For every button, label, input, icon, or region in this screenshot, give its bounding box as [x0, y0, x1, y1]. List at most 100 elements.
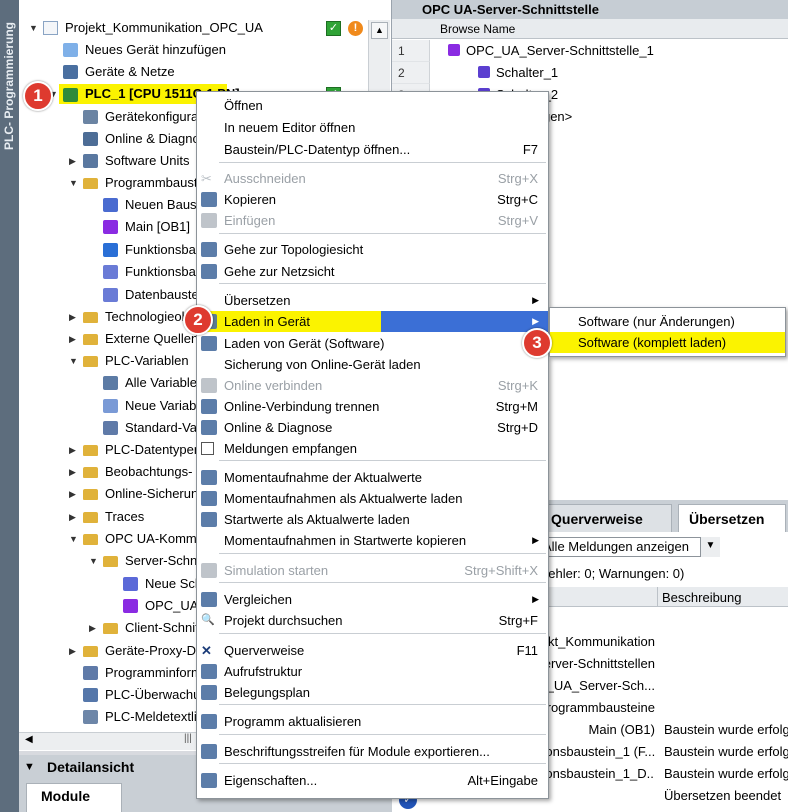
folder-icon: [83, 512, 98, 523]
table-row[interactable]: OPC_UA_Server-Schnittstelle_1: [448, 40, 654, 62]
folder-icon: [83, 312, 98, 323]
menu-separator: [219, 633, 546, 634]
menu-item-simulation-starten[interactable]: Simulation starten Strg+Shift+X: [197, 560, 548, 581]
column-header-description[interactable]: Beschreibung: [662, 590, 742, 605]
row-number[interactable]: 2: [392, 62, 430, 84]
folder-icon: [83, 334, 98, 345]
folder-icon: [83, 445, 98, 456]
tab-querverweise[interactable]: Querverweise: [540, 504, 672, 532]
tree-item[interactable]: Geräte & Netze: [19, 61, 309, 83]
folder-icon: [103, 623, 118, 634]
tree-item[interactable]: ▼ Projekt_Kommunikation_OPC_UA: [19, 17, 309, 39]
message-filter-select[interactable]: Alle Meldungen anzeigen: [530, 537, 720, 557]
scroll-up-button[interactable]: ▲: [371, 22, 388, 39]
menu-item-projekt-durchsuchen[interactable]: 🔍 Projekt durchsuchen Strg+F: [197, 610, 548, 631]
menu-item-label: Gehe zur Topologiesicht: [224, 242, 364, 257]
expand-down-icon[interactable]: ▼: [89, 550, 98, 572]
expand-right-icon[interactable]: ▶: [69, 306, 76, 328]
menu-item-shortcut: Strg+X: [497, 171, 538, 186]
submenu-arrow-icon: ▶: [532, 535, 539, 545]
menu-item-baustein-plc-datentyp-öffnen[interactable]: Baustein/PLC-Datentyp öffnen... F7: [197, 139, 548, 160]
software-units-icon: [83, 154, 98, 168]
menu-item-meldungen-empfangen[interactable]: Meldungen empfangen: [197, 438, 548, 459]
monitor-icon: [83, 688, 98, 702]
interface-icon: [448, 44, 460, 56]
menu-item-querverweise[interactable]: ✕ Querverweise F11: [197, 640, 548, 661]
folder-icon: [83, 178, 98, 189]
chevron-down-icon[interactable]: ▼: [700, 537, 720, 557]
tab-uebersetzen[interactable]: Übersetzen: [678, 504, 786, 532]
menu-item-shortcut: Strg+C: [497, 192, 538, 207]
expand-down-icon[interactable]: ▼: [29, 17, 38, 39]
menu-separator: [219, 763, 546, 764]
scroll-thumb-grip[interactable]: |||: [184, 733, 192, 744]
expand-down-icon[interactable]: ▼: [69, 528, 78, 550]
menu-item-startwerte-als-aktualwerte-laden[interactable]: Startwerte als Aktualwerte laden: [197, 509, 548, 530]
menu-item-label: Aufrufstruktur: [224, 664, 303, 679]
expand-down-icon[interactable]: ▼: [69, 172, 78, 194]
snapshot-icon: [201, 470, 217, 485]
menu-separator: [219, 734, 546, 735]
menu-item-aufrufstruktur[interactable]: Aufrufstruktur: [197, 661, 548, 682]
row-number[interactable]: 1: [392, 40, 430, 62]
expand-right-icon[interactable]: ▶: [69, 328, 76, 350]
checkbox-icon: [201, 442, 214, 455]
menu-item-software-full[interactable]: Software (komplett laden): [550, 332, 785, 353]
chevron-down-icon[interactable]: ▼: [24, 755, 35, 779]
table-row[interactable]: Schalter_1: [478, 62, 558, 84]
tags-icon: [103, 376, 118, 390]
menu-item-gehe-zur-netzsicht[interactable]: Gehe zur Netzsicht: [197, 261, 548, 282]
menu-item-shortcut: Strg+K: [497, 378, 538, 393]
topology-icon: [201, 242, 217, 257]
menu-item-online-diagnose[interactable]: Online & Diagnose Strg+D: [197, 417, 548, 438]
menu-item-kopieren[interactable]: Kopieren Strg+C: [197, 189, 548, 210]
expand-right-icon[interactable]: ▶: [89, 617, 96, 639]
menu-item-übersetzen[interactable]: Übersetzen ▶: [197, 290, 548, 311]
menu-item-momentaufnahmen-als-aktualwerte-laden[interactable]: Momentaufnahmen als Aktualwerte laden: [197, 488, 548, 509]
menu-item-online-verbinden[interactable]: Online verbinden Strg+K: [197, 375, 548, 396]
menu-item-sicherung-von-online-gerät-laden[interactable]: Sicherung von Online-Gerät laden: [197, 354, 548, 375]
menu-item-einfügen[interactable]: Einfügen Strg+V: [197, 210, 548, 231]
menu-item-in-neuem-editor-öffnen[interactable]: In neuem Editor öffnen: [197, 117, 548, 138]
expand-down-icon[interactable]: ▼: [69, 350, 78, 372]
menu-item-ausschneiden[interactable]: ✂ Ausschneiden Strg+X: [197, 168, 548, 189]
menu-item-momentaufnahmen-in-startwerte-kopieren[interactable]: Momentaufnahmen in Startwerte kopieren ▶: [197, 530, 548, 551]
menu-separator: [219, 553, 546, 554]
menu-item-beschriftungsstreifen-für-module-exportieren[interactable]: Beschriftungsstreifen für Module exporti…: [197, 741, 548, 762]
vertical-tab-strip[interactable]: PLC- Programmierung: [0, 0, 19, 812]
tree-item-label: Projekt_Kommunikation_OPC_UA: [65, 20, 263, 35]
menu-item-vergleichen[interactable]: Vergleichen ▶: [197, 589, 548, 610]
menu-item-momentaufnahme-der-aktualwerte[interactable]: Momentaufnahme der Aktualwerte: [197, 467, 548, 488]
expand-right-icon[interactable]: ▶: [69, 439, 76, 461]
log-row-description: Baustein wurde erfolgreich übersetzt.: [664, 744, 788, 759]
menu-item-gehe-zur-topologiesicht[interactable]: Gehe zur Topologiesicht: [197, 239, 548, 260]
folder-icon: [103, 556, 118, 567]
scroll-left-icon[interactable]: ◀: [25, 734, 33, 745]
menu-item-software-changes[interactable]: Software (nur Änderungen): [550, 311, 785, 332]
expand-right-icon[interactable]: ▶: [69, 461, 76, 483]
menu-item-online-verbindung-trennen[interactable]: Online-Verbindung trennen Strg+M: [197, 396, 548, 417]
expand-right-icon[interactable]: ▶: [69, 506, 76, 528]
menu-item-shortcut: F11: [516, 643, 538, 658]
menu-item-laden-von-gerät-software[interactable]: Laden von Gerät (Software): [197, 333, 548, 354]
folder-icon: [83, 534, 98, 545]
expand-right-icon[interactable]: ▶: [69, 640, 76, 662]
menu-item-label: Online-Verbindung trennen: [224, 399, 380, 414]
menu-item-shortcut: Strg+V: [497, 213, 538, 228]
expand-right-icon[interactable]: ▶: [69, 483, 76, 505]
tab-module[interactable]: Module: [26, 783, 122, 812]
menu-item-label: Baustein/PLC-Datentyp öffnen...: [224, 142, 411, 157]
menu-item-laden-in-gerät[interactable]: Laden in Gerät ▶: [197, 311, 548, 332]
menu-item-belegungsplan[interactable]: Belegungsplan: [197, 682, 548, 703]
tree-item[interactable]: Neues Gerät hinzufügen: [19, 39, 309, 61]
menu-item-eigenschaften[interactable]: Eigenschaften... Alt+Eingabe: [197, 770, 548, 791]
column-header-browse-name[interactable]: Browse Name: [440, 19, 515, 39]
log-row-description: [664, 653, 788, 675]
step-badge-3: 3: [522, 328, 552, 358]
menu-item-öffnen[interactable]: Öffnen: [197, 95, 548, 116]
expand-right-icon[interactable]: ▶: [69, 150, 76, 172]
menu-item-programm-aktualisieren[interactable]: Programm aktualisieren: [197, 711, 548, 732]
menu-item-label: Beschriftungsstreifen für Module exporti…: [224, 744, 490, 759]
menu-separator: [219, 582, 546, 583]
simulation-icon: [201, 563, 217, 578]
